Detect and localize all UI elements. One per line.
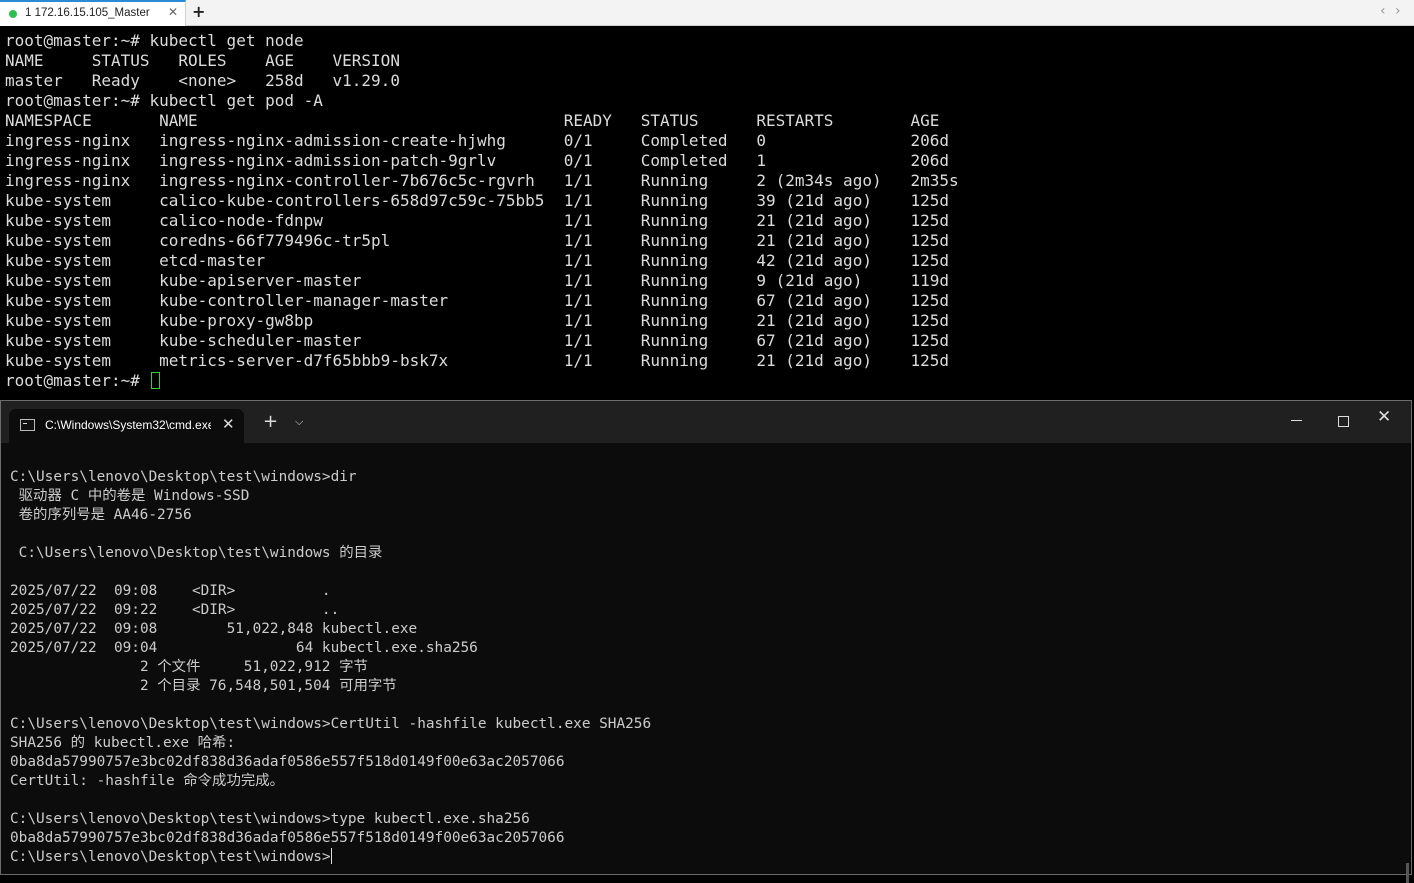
ssh-terminal[interactable]: root@master:~# kubectl get node NAME STA… <box>0 26 1414 402</box>
console-line: 卷的序列号是 AA46-2756 <box>10 507 192 523</box>
console-line: C:\Users\lenovo\Desktop\test\windows>typ… <box>10 811 530 827</box>
terminal-line: NAMESPACE NAME READY STATUS RESTARTS AGE <box>5 111 940 130</box>
terminal-prompt-line: root@master:~# <box>5 371 160 391</box>
cmd-window: C:\Windows\System32\cmd.exe ✕ + ⌵ ✕ C:\U… <box>0 400 1412 883</box>
cmd-console[interactable]: C:\Users\lenovo\Desktop\test\windows>dir… <box>1 443 1411 883</box>
console-line: C:\Users\lenovo\Desktop\test\windows>dir <box>10 469 357 485</box>
console-line: 0ba8da57990757e3bc02df838d36adaf0586e557… <box>10 830 565 846</box>
terminal-line: kube-system kube-apiserver-master 1/1 Ru… <box>5 271 950 290</box>
terminal-line: kube-system calico-kube-controllers-658d… <box>5 191 950 210</box>
terminal-line: master Ready <none> 258d v1.29.0 <box>5 71 400 90</box>
terminal-cursor <box>150 372 160 389</box>
terminal-line: kube-system kube-scheduler-master 1/1 Ru… <box>5 331 950 350</box>
ssh-tab-bar: 1 172.16.15.105_Master ✕ + ‹ › <box>0 0 1414 26</box>
maximize-button[interactable] <box>1331 409 1355 433</box>
scrollbar[interactable] <box>1406 863 1409 883</box>
terminal-line: kube-system kube-controller-manager-mast… <box>5 291 950 310</box>
terminal-line: kube-system coredns-66f779496c-tr5pl 1/1… <box>5 231 950 250</box>
console-line: 2025/07/22 09:08 51,022,848 kubectl.exe <box>10 621 418 637</box>
console-line: CertUtil: -hashfile 命令成功完成。 <box>10 773 285 789</box>
tab-title: C:\Windows\System32\cmd.exe <box>45 418 211 432</box>
terminal-line: kube-system metrics-server-d7f65bbb9-bsk… <box>5 351 950 370</box>
tab-cmd[interactable]: C:\Windows\System32\cmd.exe ✕ <box>9 409 244 443</box>
console-line: 2025/07/22 09:04 64 kubectl.exe.sha256 <box>10 640 478 656</box>
tab-label: 1 172.16.15.105_Master <box>25 7 150 19</box>
terminal-line: ingress-nginx ingress-nginx-admission-pa… <box>5 151 950 170</box>
console-prompt-line: C:\Users\lenovo\Desktop\test\windows> <box>10 848 332 867</box>
close-tab-icon[interactable]: ✕ <box>222 415 235 433</box>
console-prompt: C:\Users\lenovo\Desktop\test\windows> <box>10 849 331 865</box>
console-cursor <box>330 848 332 864</box>
terminal-line: ingress-nginx ingress-nginx-admission-cr… <box>5 131 950 150</box>
chevron-down-icon[interactable]: ⌵ <box>295 415 303 429</box>
minimize-button[interactable] <box>1285 409 1309 433</box>
terminal-line: kube-system calico-node-fdnpw 1/1 Runnin… <box>5 211 950 230</box>
chevron-left-icon[interactable]: ‹ <box>1380 3 1386 19</box>
terminal-line: kube-system kube-proxy-gw8bp 1/1 Running… <box>5 311 950 330</box>
close-window-button[interactable]: ✕ <box>1377 407 1391 427</box>
new-tab-button[interactable]: + <box>263 411 278 432</box>
console-line: 2 个文件 51,022,912 字节 <box>10 659 368 675</box>
terminal-line: NAME STATUS ROLES AGE VERSION <box>5 51 400 70</box>
terminal-line: kube-system etcd-master 1/1 Running 42 (… <box>5 251 950 270</box>
cmd-title-bar[interactable]: C:\Windows\System32\cmd.exe ✕ + ⌵ ✕ <box>1 401 1411 443</box>
terminal-line: root@master:~# kubectl get pod -A <box>5 91 323 110</box>
console-line: 驱动器 C 中的卷是 Windows-SSD <box>10 488 250 504</box>
console-line: C:\Users\lenovo\Desktop\test\windows>Cer… <box>10 716 652 732</box>
console-line: SHA256 的 kubectl.exe 哈希: <box>10 735 236 751</box>
close-tab-icon[interactable]: ✕ <box>168 5 178 19</box>
cmd-icon <box>20 419 35 431</box>
console-line: 2 个目录 76,548,501,504 可用字节 <box>10 678 397 694</box>
terminal-prompt: root@master:~# <box>5 371 150 390</box>
console-line: 0ba8da57990757e3bc02df838d36adaf0586e557… <box>10 754 565 770</box>
chevron-right-icon[interactable]: › <box>1395 3 1401 19</box>
console-line: 2025/07/22 09:22 <DIR> .. <box>10 602 340 618</box>
new-tab-button[interactable]: + <box>192 2 205 21</box>
tab-ssh-session[interactable]: 1 172.16.15.105_Master ✕ <box>0 0 186 26</box>
terminal-line: ingress-nginx ingress-nginx-controller-7… <box>5 171 959 190</box>
connection-status-icon <box>9 10 17 18</box>
console-line: C:\Users\lenovo\Desktop\test\windows 的目录 <box>10 545 383 561</box>
console-line: 2025/07/22 09:08 <DIR> . <box>10 583 331 599</box>
terminal-line: root@master:~# kubectl get node <box>5 31 304 50</box>
